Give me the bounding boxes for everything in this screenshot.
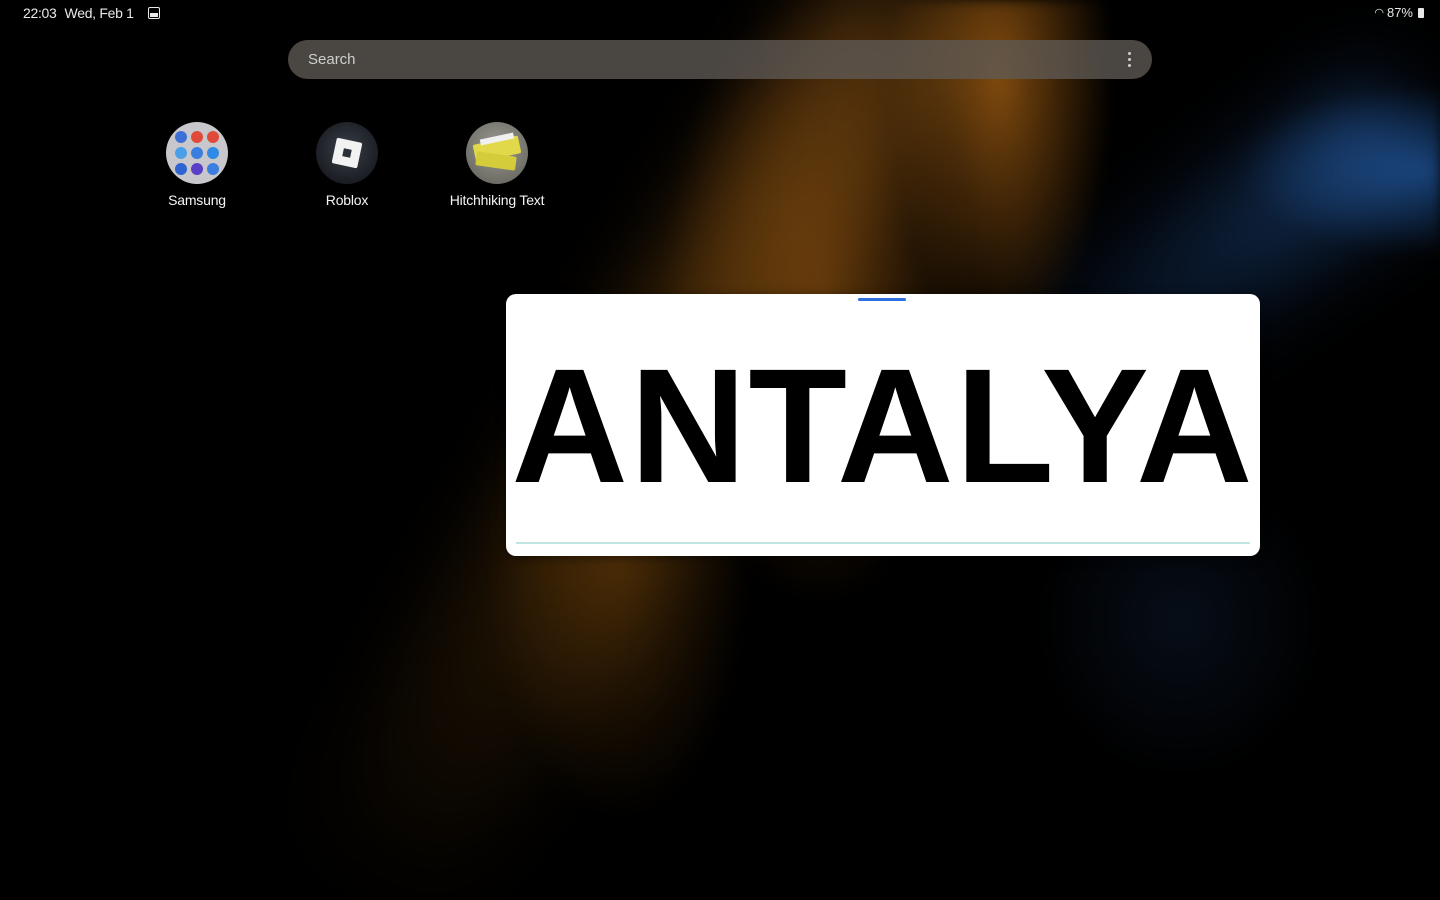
status-date: Wed, Feb 1 <box>64 5 134 21</box>
widget-sign-text: ANTALYA <box>511 334 1255 517</box>
more-options-icon[interactable] <box>1128 52 1132 67</box>
status-time: 22:03 <box>23 5 57 21</box>
wifi-icon: ◠ <box>1374 7 1384 19</box>
battery-icon <box>1418 7 1424 18</box>
hitchhiking-text-widget[interactable]: ANTALYA <box>506 294 1260 556</box>
battery-level: 87% <box>1386 5 1413 20</box>
hitchhiking-text-icon <box>466 122 528 184</box>
roblox-icon <box>316 122 378 184</box>
app-hitchhiking-text[interactable]: Hitchhiking Text <box>427 122 567 208</box>
status-right: ◠ 87% <box>1374 5 1424 20</box>
app-label: Roblox <box>325 192 369 208</box>
app-label: Samsung <box>168 192 226 208</box>
search-bar[interactable] <box>288 40 1152 79</box>
status-bar: 22:03 Wed, Feb 1 ◠ 87% <box>0 0 1440 26</box>
folder-icon <box>166 122 228 184</box>
widget-divider <box>516 542 1250 544</box>
search-input[interactable] <box>306 50 1128 69</box>
app-roblox[interactable]: Roblox <box>277 122 417 208</box>
app-label: Hitchhiking Text <box>449 192 545 208</box>
widget-resize-handle[interactable] <box>858 298 906 301</box>
gallery-icon <box>147 7 160 19</box>
status-left: 22:03 Wed, Feb 1 <box>23 5 160 21</box>
app-samsung-folder[interactable]: Samsung <box>127 122 267 208</box>
home-screen: 22:03 Wed, Feb 1 ◠ 87% Samsung <box>0 0 1440 900</box>
